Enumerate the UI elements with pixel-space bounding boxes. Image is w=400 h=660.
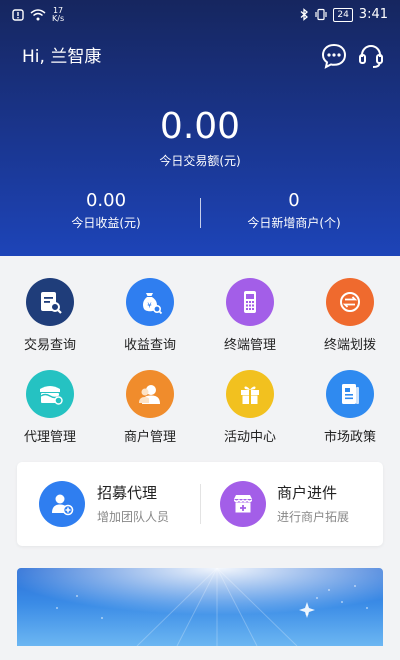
message-icon[interactable] bbox=[320, 42, 348, 70]
header: 17 K/s 24 3:41 Hi, 兰智康 0.00 今日交易额(元) 0.0… bbox=[0, 0, 400, 256]
grid-item-market-policy[interactable]: 市场政策 bbox=[300, 370, 400, 445]
greeting: Hi, 兰智康 bbox=[22, 47, 102, 67]
network-speed: 17 K/s bbox=[52, 7, 64, 23]
quick-action-card: 招募代理 增加团队人员 商户进件 进行商户拓展 bbox=[17, 462, 383, 546]
banner-graphic bbox=[17, 568, 383, 646]
grid-label: 收益查询 bbox=[123, 338, 176, 353]
promo-banner[interactable] bbox=[17, 568, 383, 646]
today-earnings: 0.00 今日收益(元) bbox=[6, 190, 206, 231]
merchant-user-icon bbox=[126, 370, 174, 418]
today-earnings-label: 今日收益(元) bbox=[71, 216, 141, 230]
merchant-onboarding-button[interactable]: 商户进件 进行商户拓展 bbox=[200, 462, 383, 546]
gift-icon bbox=[226, 370, 274, 418]
bluetooth-icon bbox=[300, 8, 309, 21]
network-speed-unit: K/s bbox=[52, 14, 65, 23]
merchant-onboarding-subtitle: 进行商户拓展 bbox=[277, 510, 350, 524]
grid-label: 活动中心 bbox=[223, 430, 276, 445]
today-transaction-amount: 0.00 bbox=[159, 106, 241, 147]
recruit-agent-subtitle: 增加团队人员 bbox=[97, 510, 170, 524]
bottom-strip bbox=[0, 646, 400, 660]
earnings-search-icon: ¥ bbox=[126, 278, 174, 326]
store-add-icon bbox=[220, 481, 266, 527]
wifi-icon bbox=[30, 9, 46, 21]
svg-text:¥: ¥ bbox=[147, 302, 152, 310]
today-earnings-value: 0.00 bbox=[85, 190, 127, 211]
policy-doc-icon bbox=[326, 370, 374, 418]
grid-item-transaction-query[interactable]: 交易查询 bbox=[0, 278, 100, 353]
status-bar: 17 K/s 24 3:41 bbox=[0, 0, 400, 30]
grid-item-terminal-transfer[interactable]: 终端划拨 bbox=[300, 278, 400, 353]
today-new-merchants-value: 0 bbox=[288, 190, 300, 211]
agent-icon bbox=[26, 370, 74, 418]
grid-label: 市场政策 bbox=[323, 430, 376, 445]
grid-label: 交易查询 bbox=[23, 338, 76, 353]
merchant-onboarding-title: 商户进件 bbox=[277, 484, 338, 502]
grid-label: 商户管理 bbox=[123, 430, 176, 445]
recruit-agent-title: 招募代理 bbox=[97, 484, 158, 502]
grid-item-merchant-management[interactable]: 商户管理 bbox=[100, 370, 200, 445]
clock: 3:41 bbox=[358, 7, 388, 22]
vibrate-icon bbox=[315, 8, 327, 21]
grid-item-agent-management[interactable]: 代理管理 bbox=[0, 370, 100, 445]
grid-label: 终端管理 bbox=[223, 338, 276, 353]
grid-item-terminal-management[interactable]: 终端管理 bbox=[200, 278, 300, 353]
grid-item-earnings-query[interactable]: ¥ 收益查询 bbox=[100, 278, 200, 353]
terminal-icon bbox=[226, 278, 274, 326]
transaction-search-icon bbox=[26, 278, 74, 326]
today-transaction-label: 今日交易额(元) bbox=[159, 154, 241, 168]
transfer-icon bbox=[326, 278, 374, 326]
notification-icon bbox=[12, 9, 24, 21]
grid-label: 终端划拨 bbox=[323, 338, 376, 353]
today-new-merchants-label: 今日新增商户(个) bbox=[247, 216, 341, 230]
today-new-merchants: 0 今日新增商户(个) bbox=[194, 190, 394, 231]
grid-label: 代理管理 bbox=[23, 430, 76, 445]
add-user-icon bbox=[39, 481, 85, 527]
battery-level: 24 bbox=[333, 7, 353, 22]
recruit-agent-button[interactable]: 招募代理 增加团队人员 bbox=[17, 462, 200, 546]
customer-service-icon[interactable] bbox=[357, 42, 385, 70]
grid-item-activity-center[interactable]: 活动中心 bbox=[200, 370, 300, 445]
